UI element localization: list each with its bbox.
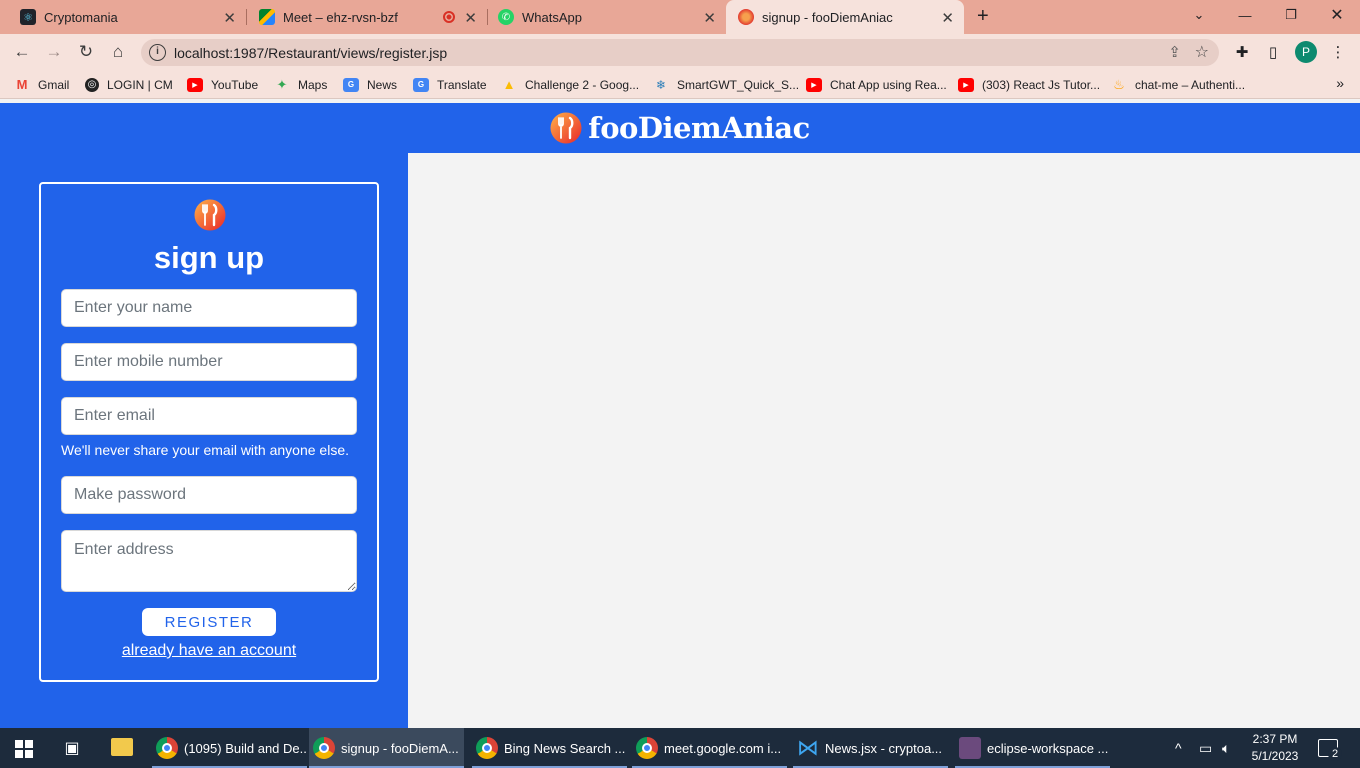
page-content: fooDiemAniac sign up We'll never share y…: [0, 103, 1360, 728]
address-input[interactable]: [61, 530, 357, 592]
address-bar[interactable]: i localhost:1987/Restaurant/views/regist…: [141, 39, 1219, 66]
taskbar-item-meet-chrome[interactable]: meet.google.com i...: [632, 728, 787, 768]
news-icon: G: [343, 77, 359, 92]
bookmark-news[interactable]: G News: [343, 76, 397, 93]
taskbar-item-eclipse[interactable]: eclipse-workspace ...: [955, 728, 1110, 768]
bookmark-chat-me[interactable]: ♨ chat-me – Authenti...: [1111, 76, 1245, 93]
vscode-icon: ⋈: [797, 735, 819, 760]
network-icon[interactable]: ▭: [1199, 728, 1212, 768]
file-explorer-icon[interactable]: [111, 738, 133, 756]
chevron-down-icon[interactable]: ⌄: [1176, 0, 1222, 30]
brand-logo-icon: [550, 112, 582, 144]
email-help-text: We'll never share your email with anyone…: [61, 442, 349, 458]
system-clock[interactable]: 2:37 PM 5/1/2023: [1244, 731, 1306, 765]
card-logo-icon: [194, 199, 226, 231]
bookmark-chat-app[interactable]: ▶ Chat App using Rea...: [806, 76, 947, 93]
password-input[interactable]: [61, 476, 357, 514]
close-tab-icon[interactable]: ✕: [941, 9, 954, 27]
windows-start-icon[interactable]: [15, 740, 33, 758]
recording-icon: [443, 11, 455, 23]
clock-time: 2:37 PM: [1252, 732, 1298, 746]
close-tab-icon[interactable]: ✕: [703, 9, 716, 27]
forward-icon[interactable]: →: [42, 40, 66, 64]
youtube-icon: ▶: [806, 77, 822, 92]
youtube-icon: ▶: [187, 77, 203, 92]
close-window-icon[interactable]: ✕: [1314, 0, 1360, 30]
volume-icon[interactable]: 🔈︎: [1222, 728, 1230, 768]
profile-avatar[interactable]: P: [1295, 41, 1317, 63]
taskbar-item-youtube-chrome[interactable]: (1095) Build and De...: [152, 728, 307, 768]
tab-cryptomania[interactable]: ⚛ Cryptomania ✕: [8, 0, 246, 34]
brand-name[interactable]: fooDiemAniac: [588, 111, 810, 145]
firebase-icon: ♨: [1113, 76, 1125, 92]
bookmark-youtube[interactable]: ▶ YouTube: [187, 76, 258, 93]
maps-icon: ✦: [276, 76, 288, 92]
meet-icon: [259, 9, 275, 25]
tab-signup[interactable]: signup - fooDiemAniac ✕: [726, 0, 964, 34]
show-hidden-icons-icon[interactable]: ^: [1175, 728, 1182, 768]
signup-card: sign up We'll never share your email wit…: [39, 182, 379, 682]
bookmark-gmail[interactable]: M Gmail: [14, 76, 70, 93]
bookmark-challenge[interactable]: ▲ Challenge 2 - Goog...: [501, 76, 640, 93]
translate-icon: G: [413, 77, 429, 92]
register-button[interactable]: REGISTER: [142, 608, 276, 636]
bookmark-react-tutorial[interactable]: ▶ (303) React Js Tutor...: [958, 76, 1100, 93]
fork-knife-icon: [738, 9, 754, 25]
chrome-icon: [156, 737, 178, 759]
more-bookmarks-icon[interactable]: »: [1336, 75, 1344, 91]
drive-icon: ▲: [502, 77, 516, 92]
tab-whatsapp[interactable]: ✆ WhatsApp ✕: [486, 0, 726, 34]
reload-icon[interactable]: ↻: [74, 40, 98, 64]
new-tab-icon[interactable]: +: [977, 5, 989, 28]
taskbar-item-signup-chrome[interactable]: signup - fooDiemA...: [309, 728, 464, 768]
bookmark-maps[interactable]: ✦ Maps: [274, 76, 328, 93]
whatsapp-icon: ✆: [498, 9, 514, 25]
chrome-icon: [476, 737, 498, 759]
site-header: fooDiemAniac: [0, 103, 1360, 153]
tab-strip: ⚛ Cryptomania ✕ Meet – ehz-rvsn-bzf ✕ ✆ …: [0, 0, 1360, 34]
home-icon[interactable]: ⌂: [106, 40, 130, 64]
smartgwt-icon: ❄: [655, 77, 667, 92]
youtube-icon: ▶: [958, 77, 974, 92]
share-icon[interactable]: ⇪: [1168, 43, 1181, 61]
browser-toolbar: ← → ↻ ⌂ i localhost:1987/Restaurant/view…: [0, 34, 1360, 70]
bookmark-translate[interactable]: G Translate: [413, 76, 487, 93]
task-view-icon[interactable]: ▣: [62, 738, 82, 758]
menu-icon[interactable]: ⋮: [1327, 41, 1349, 63]
signup-sidebar: sign up We'll never share your email wit…: [0, 153, 408, 728]
taskbar-item-bing-chrome[interactable]: Bing News Search ...: [472, 728, 627, 768]
restore-icon[interactable]: ❐: [1268, 0, 1314, 30]
clock-date: 5/1/2023: [1251, 749, 1299, 763]
back-icon[interactable]: ←: [10, 40, 34, 64]
signup-title: sign up: [153, 240, 265, 275]
bookmark-star-icon[interactable]: ☆: [1195, 42, 1209, 62]
close-tab-icon[interactable]: ✕: [464, 9, 477, 27]
windows-taskbar: ▣ (1095) Build and De... signup - fooDie…: [0, 728, 1360, 768]
bookmark-login-cm[interactable]: ◎ LOGIN | CM: [85, 76, 173, 93]
minimize-icon[interactable]: —: [1222, 0, 1268, 30]
extensions-icon[interactable]: ✚: [1231, 41, 1253, 63]
side-panel-icon[interactable]: ▯: [1262, 41, 1284, 63]
bookmarks-bar: M Gmail ◎ LOGIN | CM ▶ YouTube ✦ Maps G News …: [0, 70, 1360, 99]
email-input[interactable]: [61, 397, 357, 435]
mobile-input[interactable]: [61, 343, 357, 381]
eclipse-icon: [959, 737, 981, 759]
notification-badge: 2: [1328, 747, 1342, 761]
bookmark-smartgwt[interactable]: ❄ SmartGWT_Quick_S...: [653, 76, 799, 93]
name-input[interactable]: [61, 289, 357, 327]
tab-meet[interactable]: Meet – ehz-rvsn-bzf ✕: [247, 0, 487, 34]
chrome-icon: [636, 737, 658, 759]
globe-icon: ◎: [85, 77, 99, 92]
taskbar-item-vscode[interactable]: ⋈ News.jsx - cryptoa...: [793, 728, 948, 768]
close-tab-icon[interactable]: ✕: [223, 9, 236, 27]
site-info-icon[interactable]: i: [149, 44, 166, 61]
react-icon: ⚛: [20, 9, 36, 25]
gmail-icon: M: [16, 77, 28, 92]
chrome-icon: [313, 737, 335, 759]
login-link[interactable]: already have an account: [41, 642, 377, 660]
url-text[interactable]: localhost:1987/Restaurant/views/register…: [174, 45, 447, 61]
